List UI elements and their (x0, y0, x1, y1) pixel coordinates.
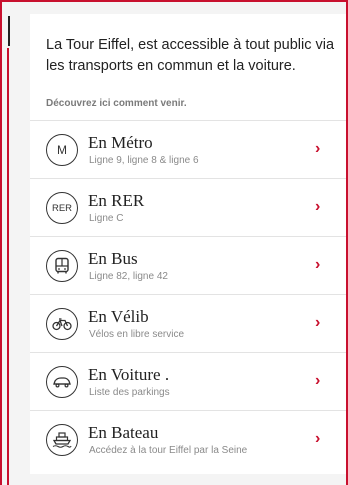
frame-border-top (0, 0, 348, 2)
intro-subtext: Découvrez ici comment venir. (46, 98, 187, 109)
car-icon (46, 366, 78, 398)
bike-icon (46, 308, 78, 340)
frame-side-bar (7, 48, 9, 485)
item-title: En RER (88, 191, 145, 210)
metro-icon: M (46, 134, 78, 166)
transport-item-bus[interactable]: En Bus Ligne 82, ligne 42 › (30, 236, 346, 294)
transport-item-voiture[interactable]: En Voiture . Liste des parkings › (30, 352, 346, 410)
item-description: Ligne C (89, 213, 124, 224)
access-card: La Tour Eiffel, est accessible à tout pu… (30, 14, 346, 474)
item-title: En Bateau (88, 423, 159, 442)
chevron-right-icon: › (315, 140, 321, 157)
frame-border-left (0, 0, 2, 485)
item-description: Ligne 9, ligne 8 & ligne 6 (89, 155, 199, 166)
rer-icon: RER (46, 192, 78, 224)
item-title: En Voiture . (88, 365, 170, 384)
transport-item-bateau[interactable]: En Bateau Accédez à la tour Eiffel par l… (30, 410, 346, 469)
item-description: Vélos en libre service (89, 329, 185, 340)
chevron-right-icon: › (315, 430, 321, 447)
transport-item-metro[interactable]: M En Métro Ligne 9, ligne 8 & ligne 6 › (30, 120, 346, 178)
item-description: Liste des parkings (89, 387, 170, 398)
intro-text: La Tour Eiffel, est accessible à tout pu… (46, 37, 335, 74)
frame-marker (8, 16, 10, 46)
item-description: Accédez à la tour Eiffel par la Seine (89, 445, 248, 456)
transport-list: M En Métro Ligne 9, ligne 8 & ligne 6 › … (30, 120, 346, 469)
boat-icon (46, 424, 78, 456)
item-description: Ligne 82, ligne 42 (89, 271, 168, 282)
chevron-right-icon: › (315, 372, 321, 389)
bus-icon (46, 250, 78, 282)
chevron-right-icon: › (315, 198, 321, 215)
transport-item-rer[interactable]: RER En RER Ligne C › (30, 178, 346, 236)
transport-item-velib[interactable]: En Vélib Vélos en libre service › (30, 294, 346, 352)
chevron-right-icon: › (315, 314, 321, 331)
item-title: En Métro (88, 133, 153, 152)
chevron-right-icon: › (315, 256, 321, 273)
item-title: En Bus (88, 249, 138, 268)
item-title: En Vélib (88, 307, 149, 326)
